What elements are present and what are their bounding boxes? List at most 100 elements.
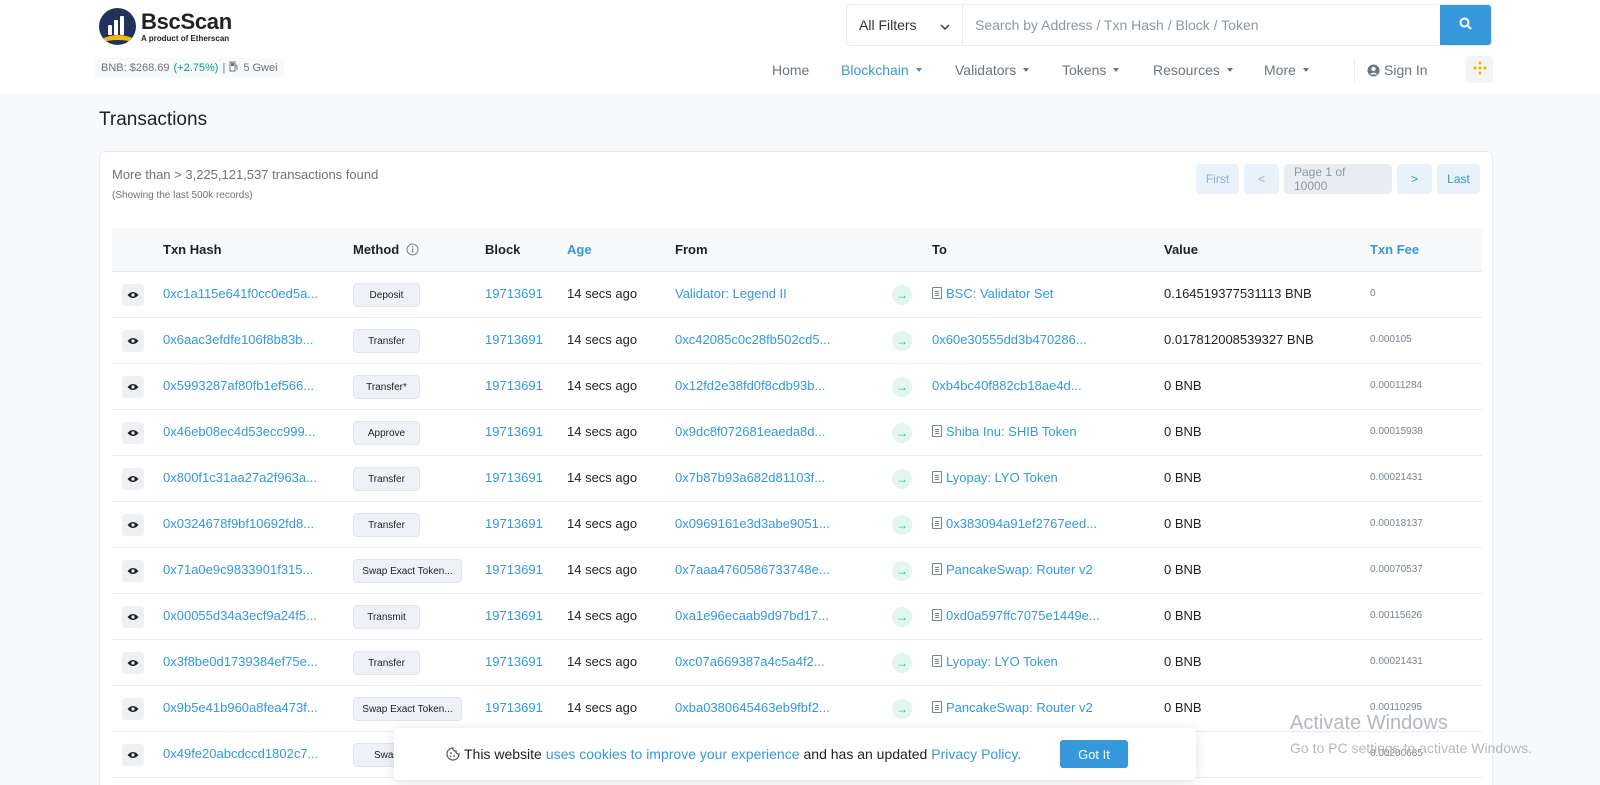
table-body: 0xc1a115e641f0cc0ed5a... Deposit 19713691 1… <box>112 272 1482 778</box>
from-address-link[interactable]: 0xa1e96ecaab9d97bd17... <box>675 608 829 623</box>
txn-hash-link[interactable]: 0x71a0e9c9833901f315... <box>163 562 313 577</box>
to-address-link[interactable]: BSC: Validator Set <box>946 286 1053 301</box>
nav-more[interactable]: More <box>1264 58 1309 82</box>
bscscan-logo[interactable]: BscScan A product of Etherscan <box>99 8 232 45</box>
contract-file-icon <box>932 563 942 575</box>
age-text: 14 secs ago <box>567 424 638 439</box>
eye-icon[interactable] <box>122 514 144 536</box>
windows-activation-watermark: Activate Windows <box>1290 712 1448 734</box>
from-address-link[interactable]: 0xc07a669387a4c5a4f2... <box>675 654 825 669</box>
txn-hash-link[interactable]: 0x3f8be0d1739384ef75e... <box>163 654 318 669</box>
from-address-link[interactable]: 0x9dc8f072681eaeda8d... <box>675 424 825 439</box>
eye-icon[interactable] <box>122 468 144 490</box>
pager-next-button[interactable]: > <box>1397 164 1432 194</box>
eye-icon[interactable] <box>122 560 144 582</box>
gas-price[interactable]: 5 Gwei <box>243 62 277 74</box>
search-filter-select[interactable]: All Filters <box>847 5 963 45</box>
from-address-link[interactable]: 0x7b87b93a682d81103f... <box>675 470 825 485</box>
search-button[interactable] <box>1440 5 1491 45</box>
table-row: 0x46eb08ec4d53ecc999... Approve 19713691 14… <box>112 410 1482 456</box>
txn-hash-link[interactable]: 0x46eb08ec4d53ecc999... <box>163 424 316 439</box>
block-link[interactable]: 19713691 <box>485 700 543 715</box>
bnb-network-button[interactable] <box>1466 56 1493 83</box>
eye-icon[interactable] <box>122 698 144 720</box>
header-from: From <box>675 242 708 257</box>
block-link[interactable]: 19713691 <box>485 286 543 301</box>
from-address-link[interactable]: 0x0969161e3d3abe9051... <box>675 516 830 531</box>
privacy-policy-link[interactable]: Privacy Policy. <box>931 746 1021 762</box>
from-address-link[interactable]: Validator: Legend II <box>675 286 787 301</box>
from-address-link[interactable]: 0x7aaa4760586733748e... <box>675 562 830 577</box>
txn-hash-link[interactable]: 0x5993287af80fb1ef566... <box>163 378 314 393</box>
block-link[interactable]: 19713691 <box>485 332 543 347</box>
nav-tokens[interactable]: Tokens <box>1062 58 1120 82</box>
to-address-link[interactable]: Lyopay: LYO Token <box>946 470 1058 485</box>
txn-hash-link[interactable]: 0x9b5e41b960a8fea473f... <box>163 700 318 715</box>
header-txn-fee[interactable]: Txn Fee <box>1370 242 1419 257</box>
eye-icon[interactable] <box>122 606 144 628</box>
block-link[interactable]: 19713691 <box>485 562 543 577</box>
to-address-link[interactable]: 0xb4bc40f882cb18ae4d... <box>932 378 1082 393</box>
search-input[interactable] <box>963 5 1440 45</box>
nav-resources[interactable]: Resources <box>1153 58 1233 82</box>
from-address-link[interactable]: 0xba0380645463eb9fbf2... <box>675 700 830 715</box>
to-address-link[interactable]: PancakeSwap: Router v2 <box>946 562 1093 577</box>
table-row: 0x0324678f9bf10692fd8... Transfer 19713691… <box>112 502 1482 548</box>
to-address-link[interactable]: 0x383094a91ef2767eed... <box>946 516 1097 531</box>
nav-validators[interactable]: Validators <box>955 58 1030 82</box>
eye-icon[interactable] <box>122 652 144 674</box>
eye-icon[interactable] <box>122 284 144 306</box>
pager-first-button[interactable]: First <box>1196 164 1239 194</box>
pager-prev-button[interactable]: < <box>1244 164 1279 194</box>
from-address-link[interactable]: 0x12fd2e38fd0f8cdb93b... <box>675 378 825 393</box>
nav-home[interactable]: Home <box>772 58 809 82</box>
pager-last-button[interactable]: Last <box>1437 164 1480 194</box>
txn-hash-link[interactable]: 0x800f1c31aa27a2f963a... <box>163 470 317 485</box>
pagination: First < Page 1 of 10000 > Last <box>1196 164 1480 194</box>
header-block: Block <box>485 242 521 257</box>
block-link[interactable]: 19713691 <box>485 608 543 623</box>
contract-file-icon <box>932 701 942 713</box>
to-address-link[interactable]: Lyopay: LYO Token <box>946 654 1058 669</box>
to-address-link[interactable]: 0x60e30555dd3b470286... <box>932 332 1087 347</box>
block-link[interactable]: 19713691 <box>485 424 543 439</box>
block-link[interactable]: 19713691 <box>485 378 543 393</box>
nav-blockchain[interactable]: Blockchain <box>841 58 922 82</box>
eye-icon[interactable] <box>122 376 144 398</box>
txn-hash-link[interactable]: 0xc1a115e641f0cc0ed5a... <box>163 286 318 301</box>
cookie-policy-link[interactable]: uses cookies to improve your experience <box>546 746 800 762</box>
block-link[interactable]: 19713691 <box>485 516 543 531</box>
to-address-link[interactable]: PancakeSwap: Router v2 <box>946 700 1093 715</box>
to-address-link[interactable]: Shiba Inu: SHIB Token <box>946 424 1077 439</box>
to-address-link[interactable]: 0xd0a597ffc7075e1449e... <box>946 608 1100 623</box>
eye-icon[interactable] <box>122 744 144 766</box>
table-row: 0x5993287af80fb1ef566... Transfer* 1971369… <box>112 364 1482 410</box>
value-text: 0 BNB <box>1164 516 1202 531</box>
method-badge: Transfer <box>353 329 420 353</box>
txn-hash-link[interactable]: 0x00055d34a3ecf9a24f5... <box>163 608 317 623</box>
contract-file-icon <box>932 425 942 437</box>
txn-hash-link[interactable]: 0x6aac3efdfe106f8b83b... <box>163 332 313 347</box>
cookie-accept-button[interactable]: Got It <box>1060 740 1128 768</box>
table-row: 0x00055d34a3ecf9a24f5... Transmit 19713691… <box>112 594 1482 640</box>
block-link[interactable]: 19713691 <box>485 654 543 669</box>
value-text: 0 BNB <box>1164 424 1202 439</box>
caret-down-icon <box>1023 68 1030 72</box>
nav-divider <box>1354 58 1355 82</box>
search-filter-label: All Filters <box>859 17 917 33</box>
cookie-text-middle: and has an updated <box>803 746 928 762</box>
header-age[interactable]: Age <box>567 242 592 257</box>
txn-fee-text: 0.00021431 <box>1370 472 1423 483</box>
block-link[interactable]: 19713691 <box>485 470 543 485</box>
txn-hash-link[interactable]: 0x0324678f9bf10692fd8... <box>163 516 314 531</box>
caret-down-icon <box>915 68 922 72</box>
arrow-right-icon: → <box>892 423 912 443</box>
txn-hash-link[interactable]: 0x49fe20abcdccd1802c7... <box>163 746 318 761</box>
sign-in-link[interactable]: Sign In <box>1367 58 1428 82</box>
method-badge: Transfer <box>353 467 420 491</box>
info-circle-icon[interactable] <box>406 243 419 259</box>
eye-icon[interactable] <box>122 330 144 352</box>
from-address-link[interactable]: 0xc42085c0c28fb502cd5... <box>675 332 830 347</box>
chevron-down-icon <box>940 17 950 33</box>
eye-icon[interactable] <box>122 422 144 444</box>
